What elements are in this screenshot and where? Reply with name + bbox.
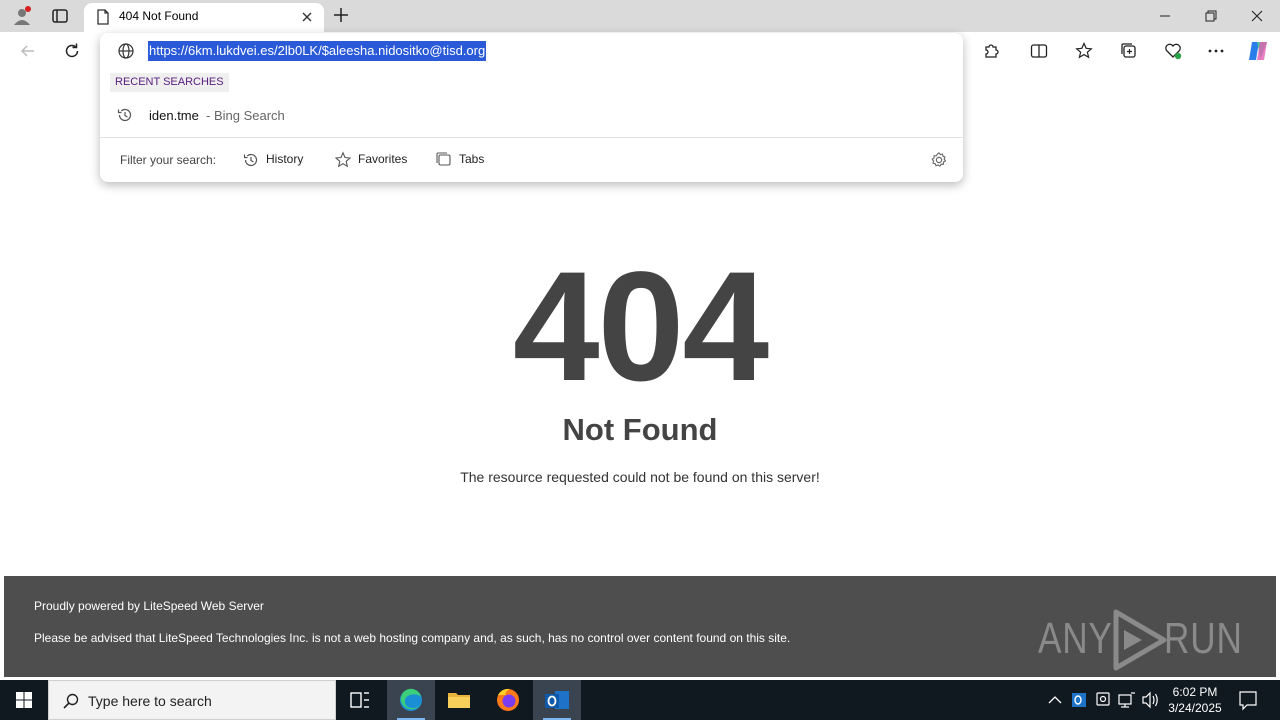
clock-time: 6:02 PM: [1172, 685, 1218, 699]
outlook-icon: [545, 691, 569, 709]
watermark-right: RUN: [1164, 614, 1243, 663]
address-bar-dropdown: https://6km.lukdvei.es/2lb0LK/$aleesha.n…: [100, 33, 963, 182]
network-icon[interactable]: [1116, 680, 1138, 720]
start-button[interactable]: [0, 680, 48, 720]
footer-disclaimer: Please be advised that LiteSpeed Technol…: [34, 631, 791, 645]
watermark-left: ANY: [1038, 614, 1113, 663]
tab-title: 404 Not Found: [119, 9, 199, 23]
filter-history-label: History: [266, 152, 304, 166]
profile-icon[interactable]: [12, 6, 32, 26]
restore-icon[interactable]: [1196, 4, 1226, 28]
back-icon[interactable]: [18, 41, 38, 61]
windows-logo-icon: [16, 692, 32, 708]
taskbar-edge-button[interactable]: [387, 680, 435, 720]
taskbar-firefox-button[interactable]: [484, 680, 532, 720]
folder-icon: [448, 693, 470, 708]
minimize-icon[interactable]: [1150, 4, 1180, 28]
taskbar-explorer-button[interactable]: [435, 680, 483, 720]
taskbar: Type here to search 6:02 PM 3/24/2025: [0, 680, 1280, 720]
star-icon: [334, 151, 352, 168]
clock-date: 3/24/2025: [1168, 701, 1222, 715]
error-heading: Not Found: [562, 412, 718, 447]
filter-favorites-label: Favorites: [358, 152, 408, 166]
firefox-icon: [497, 688, 519, 711]
extensions-icon[interactable]: [981, 41, 1001, 61]
taskbar-clock[interactable]: 6:02 PM 3/24/2025: [1165, 684, 1225, 716]
chevron-up-icon: [1048, 696, 1062, 704]
anyrun-watermark: ANY RUN: [1038, 608, 1242, 672]
title-bar: 404 Not Found: [0, 0, 1280, 32]
globe-icon: [117, 42, 135, 60]
task-view-icon: [350, 692, 369, 708]
edge-icon: [400, 688, 422, 711]
tray-outlook-icon[interactable]: [1068, 680, 1090, 720]
gear-icon[interactable]: [930, 151, 948, 169]
tab-actions-icon[interactable]: [50, 6, 70, 26]
history-icon: [243, 153, 258, 167]
favorites-star-icon[interactable]: [1074, 41, 1094, 61]
error-code: 404: [512, 240, 769, 414]
more-menu-icon[interactable]: [1206, 41, 1226, 61]
footer-powered-by: Proudly powered by LiteSpeed Web Server: [34, 599, 264, 613]
show-hidden-icons-button[interactable]: [1044, 680, 1066, 720]
suggestion-source: - Bing Search: [206, 108, 285, 123]
task-view-button[interactable]: [336, 680, 384, 720]
filter-label: Filter your search:: [120, 153, 217, 167]
close-tab-icon[interactable]: [299, 9, 315, 25]
address-input[interactable]: https://6km.lukdvei.es/2lb0LK/$aleesha.n…: [148, 41, 487, 61]
suggestion-query: iden.tme: [149, 108, 199, 123]
taskbar-search-input[interactable]: Type here to search: [48, 680, 336, 720]
suggestion-item[interactable]: iden.tme - Bing Search: [100, 101, 963, 129]
copilot-icon[interactable]: [1246, 39, 1270, 63]
refresh-icon[interactable]: [62, 41, 82, 61]
error-message: The resource requested could not be foun…: [460, 469, 820, 485]
close-window-icon[interactable]: [1242, 4, 1272, 28]
notifications-icon[interactable]: [1234, 680, 1262, 720]
tray-device-icon[interactable]: [1092, 680, 1114, 720]
volume-icon[interactable]: [1140, 680, 1162, 720]
browser-essentials-icon[interactable]: [1163, 41, 1183, 61]
tab-active[interactable]: 404 Not Found: [84, 3, 324, 32]
taskbar-outlook-button[interactable]: [533, 680, 581, 720]
collections-icon[interactable]: [1119, 41, 1139, 61]
history-icon: [116, 106, 134, 124]
dropdown-divider: [100, 137, 963, 138]
play-logo-icon: [1113, 609, 1167, 671]
page-icon: [96, 9, 110, 25]
taskbar-search-placeholder: Type here to search: [88, 693, 212, 709]
split-screen-icon[interactable]: [1029, 41, 1049, 61]
new-tab-icon[interactable]: [332, 6, 350, 24]
search-icon: [63, 693, 79, 709]
page-footer: Proudly powered by LiteSpeed Web Server …: [4, 576, 1276, 677]
tabs-icon: [436, 152, 451, 166]
filter-tabs-label: Tabs: [459, 152, 485, 166]
recent-searches-label: RECENT SEARCHES: [110, 73, 229, 92]
